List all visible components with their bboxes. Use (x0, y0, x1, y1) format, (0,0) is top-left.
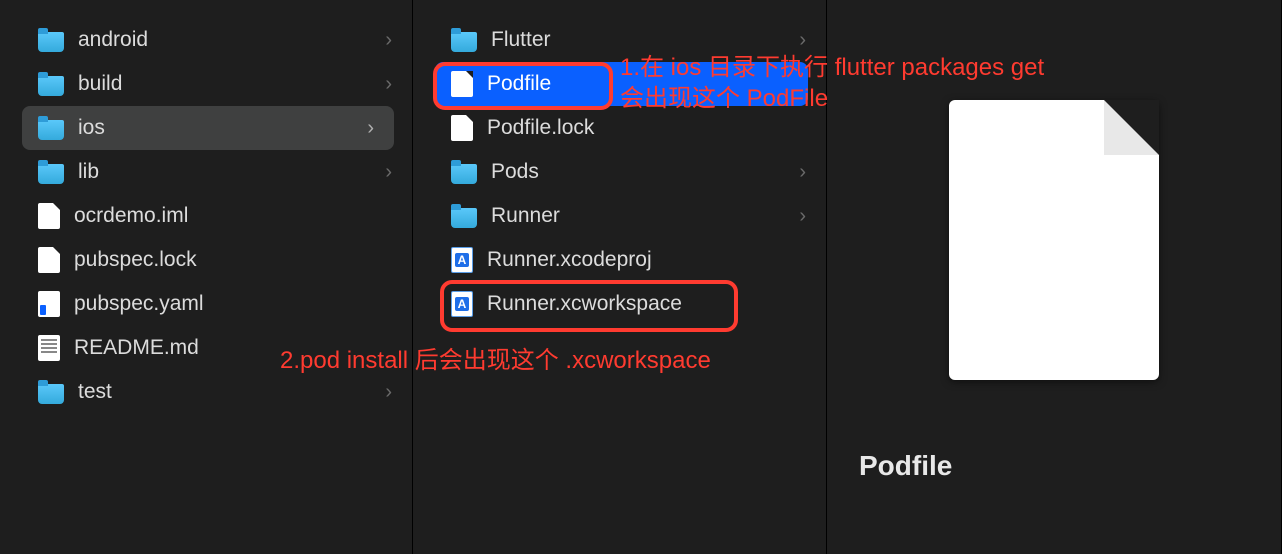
preview-filename: Podfile (827, 450, 952, 482)
file-label: Podfile (487, 72, 788, 96)
file-icon (451, 71, 473, 97)
row-lib[interactable]: lib › (0, 150, 412, 194)
chevron-right-icon: › (799, 161, 806, 184)
markdown-file-icon (38, 335, 60, 361)
folder-icon (38, 164, 64, 184)
row-pods[interactable]: Pods › (413, 150, 826, 194)
file-label: README.md (74, 336, 392, 360)
row-readme-md[interactable]: README.md (0, 326, 412, 370)
folder-icon (38, 120, 64, 140)
folder-icon (38, 384, 64, 404)
xcode-project-icon (451, 247, 473, 273)
chevron-right-icon: › (385, 381, 392, 404)
file-label: ios (78, 116, 367, 140)
column-project-root: android › build › ios › lib › ocrdemo.im… (0, 0, 413, 554)
file-label: Flutter (491, 28, 799, 52)
row-ocrdemo-iml[interactable]: ocrdemo.iml (0, 194, 412, 238)
folder-icon (38, 76, 64, 96)
row-podfile-lock[interactable]: Podfile.lock (413, 106, 826, 150)
file-label: Runner.xcworkspace (487, 292, 806, 316)
column-ios: Flutter › Podfile Podfile.lock Pods › Ru… (413, 0, 827, 554)
file-icon (38, 203, 60, 229)
row-ios[interactable]: ios › (22, 106, 394, 150)
chevron-right-icon: › (367, 117, 374, 140)
file-icon (38, 247, 60, 273)
row-build[interactable]: build › (0, 62, 412, 106)
row-runner-xcodeproj[interactable]: Runner.xcodeproj (413, 238, 826, 282)
row-android[interactable]: android › (0, 18, 412, 62)
preview-file-icon (949, 100, 1159, 380)
preview-pane: Podfile (827, 0, 1282, 554)
folder-icon (451, 208, 477, 228)
chevron-right-icon: › (385, 161, 392, 184)
chevron-right-icon: › (799, 205, 806, 228)
row-pubspec-lock[interactable]: pubspec.lock (0, 238, 412, 282)
row-flutter[interactable]: Flutter › (413, 18, 826, 62)
folder-icon (451, 164, 477, 184)
file-label: lib (78, 160, 385, 184)
row-pubspec-yaml[interactable]: pubspec.yaml (0, 282, 412, 326)
file-label: test (78, 380, 385, 404)
folder-icon (451, 32, 477, 52)
finder-columns: android › build › ios › lib › ocrdemo.im… (0, 0, 1282, 554)
file-label: android (78, 28, 385, 52)
file-icon (451, 115, 473, 141)
row-test[interactable]: test › (0, 370, 412, 414)
file-label: Runner.xcodeproj (487, 248, 806, 272)
yaml-file-icon (38, 291, 60, 317)
xcode-workspace-icon (451, 291, 473, 317)
file-label: pubspec.lock (74, 248, 392, 272)
row-runner[interactable]: Runner › (413, 194, 826, 238)
file-label: Pods (491, 160, 799, 184)
file-label: Podfile.lock (487, 116, 806, 140)
row-podfile[interactable]: Podfile (435, 62, 808, 106)
chevron-right-icon: › (799, 29, 806, 52)
file-label: ocrdemo.iml (74, 204, 392, 228)
row-runner-xcworkspace[interactable]: Runner.xcworkspace (413, 282, 826, 326)
chevron-right-icon: › (385, 29, 392, 52)
chevron-right-icon: › (385, 73, 392, 96)
file-label: pubspec.yaml (74, 292, 392, 316)
file-label: build (78, 72, 385, 96)
folder-icon (38, 32, 64, 52)
file-label: Runner (491, 204, 799, 228)
page-fold-icon (1104, 100, 1159, 155)
